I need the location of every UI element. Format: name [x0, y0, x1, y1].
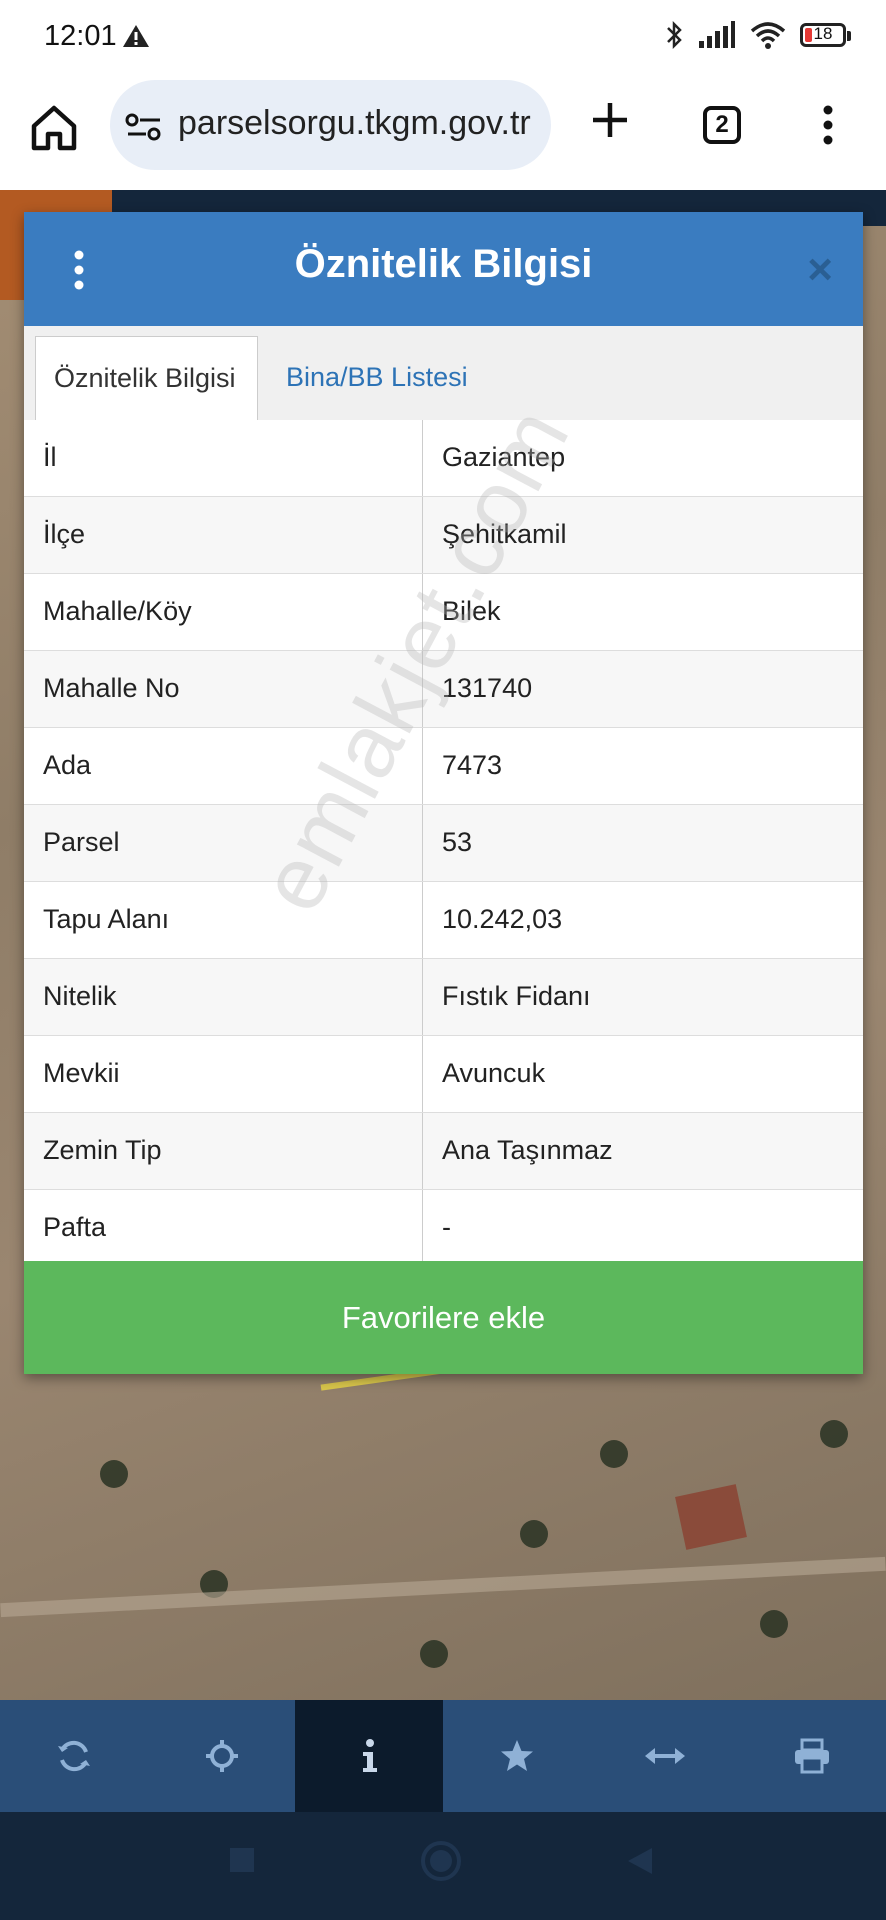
table-row: Parsel 53	[24, 805, 863, 882]
row-key: Mahalle No	[43, 673, 180, 703]
row-value: Avuncuk	[442, 1058, 546, 1088]
table-row: İl Gaziantep	[24, 420, 863, 497]
row-value: 7473	[442, 750, 503, 780]
measure-icon	[644, 1748, 685, 1764]
dialog-header: Öznitelik Bilgisi ×	[24, 212, 863, 326]
row-value: Ana Taşınmaz	[442, 1135, 613, 1165]
row-key: Nitelik	[43, 981, 117, 1011]
table-row: Tapu Alanı 10.242,03	[24, 882, 863, 959]
row-value: Fıstık Fidanı	[442, 981, 591, 1011]
measure-button[interactable]	[591, 1700, 739, 1812]
row-key: İl	[43, 442, 57, 472]
table-row: Pafta -	[24, 1190, 863, 1267]
home-circle-icon[interactable]	[420, 1840, 462, 1882]
locate-icon	[205, 1740, 238, 1772]
battery-level: 18	[813, 24, 833, 43]
info-icon	[363, 1739, 378, 1772]
tab-switcher-icon[interactable]: 2	[703, 106, 741, 144]
table-row: Mevkii Avuncuk	[24, 1036, 863, 1113]
table-row: Zemin Tip Ana Taşınmaz	[24, 1113, 863, 1190]
back-icon[interactable]	[626, 1846, 654, 1876]
more-menu-icon[interactable]	[822, 104, 834, 146]
locate-button[interactable]	[148, 1700, 296, 1812]
tab-building-list[interactable]: Bina/BB Listesi	[268, 336, 486, 420]
row-key: İlçe	[43, 519, 86, 549]
refresh-button[interactable]	[0, 1700, 148, 1812]
bluetooth-icon	[667, 20, 682, 50]
row-key: Zemin Tip	[43, 1135, 162, 1165]
favorite-star-icon	[500, 1740, 533, 1771]
dialog-tabs: Öznitelik Bilgisi Bina/BB Listesi	[24, 326, 863, 421]
add-to-favorites-button[interactable]: Favorilere ekle	[24, 1261, 863, 1374]
row-value: 53	[442, 827, 473, 857]
tab-attribute-info[interactable]: Öznitelik Bilgisi	[35, 336, 258, 420]
row-key: Mahalle/Köy	[43, 596, 192, 626]
row-value: 10.242,03	[442, 904, 563, 934]
favorites-button[interactable]	[443, 1700, 591, 1812]
status-icons: 18	[664, 20, 851, 50]
status-time: 12:01	[44, 20, 117, 52]
row-value: -	[442, 1212, 451, 1242]
row-key: Pafta	[43, 1212, 107, 1242]
map-tree	[760, 1610, 788, 1638]
map-tree	[520, 1520, 548, 1548]
print-icon	[795, 1738, 830, 1774]
map-tree	[820, 1420, 848, 1448]
row-key: Tapu Alanı	[43, 904, 170, 934]
table-row: Ada 7473	[24, 728, 863, 805]
row-key: Parsel	[43, 827, 120, 857]
site-settings-icon[interactable]	[124, 112, 164, 142]
status-bar: 12:01 18	[0, 0, 886, 78]
wifi-icon	[750, 22, 786, 49]
map-tree	[600, 1440, 628, 1468]
map-toolbar	[0, 1700, 886, 1812]
table-row: Nitelik Fıstık Fidanı	[24, 959, 863, 1036]
row-key: Ada	[43, 750, 92, 780]
recents-icon[interactable]	[228, 1846, 256, 1874]
battery-icon: 18	[800, 23, 851, 47]
refresh-icon	[57, 1740, 90, 1772]
info-button[interactable]	[295, 1700, 444, 1812]
system-nav-bar	[0, 1812, 886, 1920]
url-text[interactable]: parselsorgu.tkgm.gov.tr	[178, 104, 538, 143]
home-icon[interactable]	[28, 102, 80, 154]
warning-icon	[123, 25, 149, 47]
close-icon[interactable]: ×	[807, 248, 833, 292]
print-button[interactable]	[738, 1700, 886, 1812]
attribute-info-dialog: Öznitelik Bilgisi × Öznitelik Bilgisi Bi…	[24, 212, 863, 1374]
new-tab-icon[interactable]	[590, 100, 630, 140]
dialog-title: Öznitelik Bilgisi	[294, 242, 593, 286]
row-key: Mevkii	[43, 1058, 120, 1088]
map-tree	[420, 1640, 448, 1668]
signal-icon	[699, 21, 735, 48]
map-tree	[100, 1460, 128, 1488]
